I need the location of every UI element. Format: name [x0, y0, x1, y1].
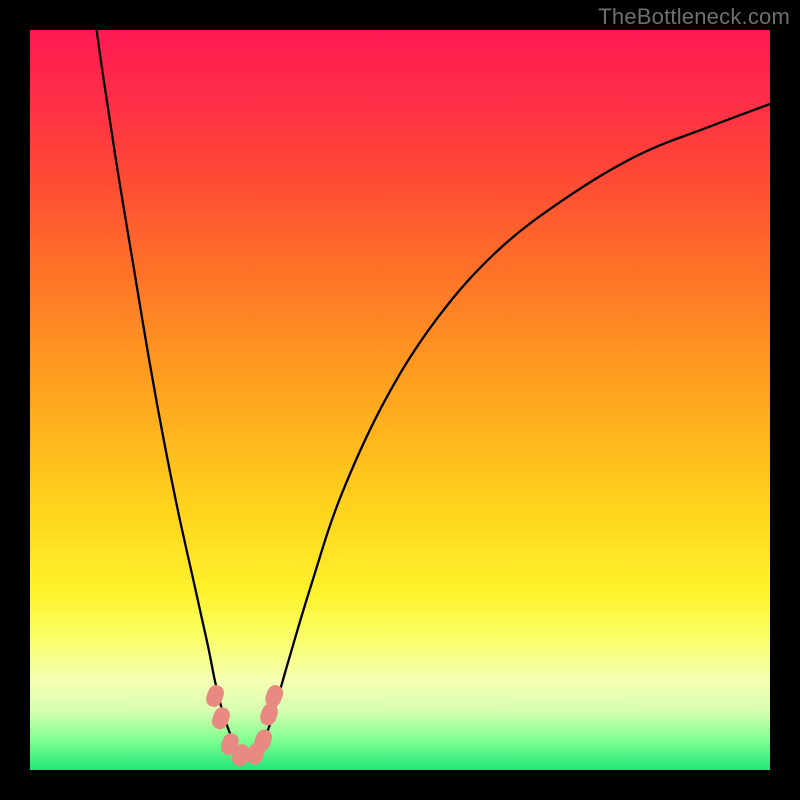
marker-dot: [204, 683, 227, 709]
watermark-text: TheBottleneck.com: [598, 4, 790, 30]
chart-frame: TheBottleneck.com: [0, 0, 800, 800]
curve-markers: [204, 683, 286, 768]
curve-layer: [30, 30, 770, 770]
bottleneck-curve: [97, 30, 770, 756]
plot-area: [30, 30, 770, 770]
